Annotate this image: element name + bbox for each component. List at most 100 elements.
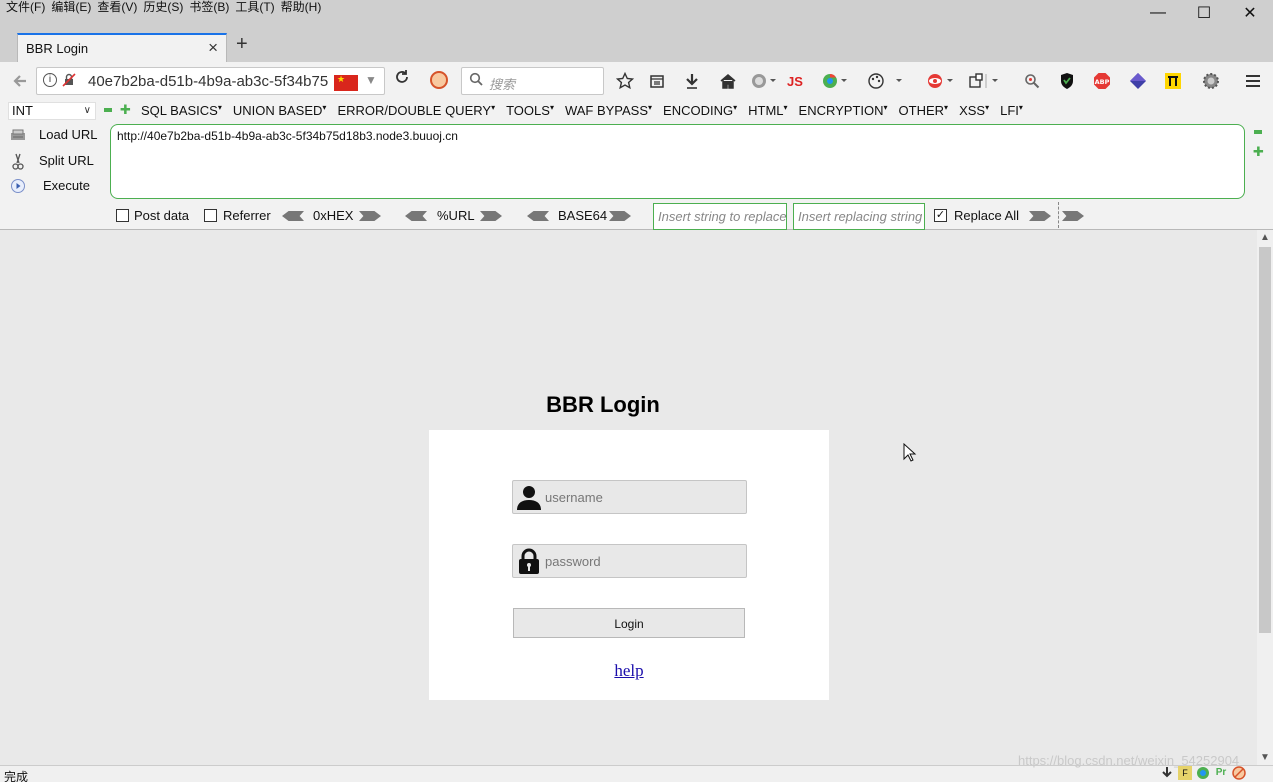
menu-icon[interactable] [1240,69,1266,93]
menu-error-double-query[interactable]: ERROR/DOUBLE QUERY [337,103,495,118]
menu-encoding[interactable]: ENCODING [663,103,737,118]
shield-icon[interactable] [1054,69,1080,93]
home-icon[interactable] [715,69,741,93]
chrome-icon[interactable] [819,69,849,93]
url-text[interactable]: 40e7b2ba-d51b-4b9a-ab3c-5f34b75 [88,73,328,90]
minimize-button[interactable]: — [1135,0,1181,26]
shrink-icon[interactable] [1254,130,1262,134]
password-field[interactable]: password [512,544,747,578]
injection-type-select[interactable]: INT ∨ [8,102,96,120]
maximize-button[interactable]: ☐ [1181,0,1227,26]
base64-decode-arrow-icon[interactable] [527,211,549,221]
replace-all-label: Replace All [954,208,1020,223]
split-url-label: Split URL [39,153,94,168]
hex-decode-arrow-icon[interactable] [282,211,304,221]
replace-from-input[interactable]: Insert string to replace [653,203,787,230]
plugin-icon[interactable] [967,69,1009,93]
username-field[interactable]: username [512,480,747,514]
load-url-button[interactable]: Load URL [10,126,100,146]
download-status-icon[interactable] [1160,766,1174,780]
replace-left-arrow-icon[interactable] [1029,211,1051,221]
js-icon[interactable]: JS [782,69,808,93]
back-arrow-icon [13,75,26,87]
replace-all-checkbox[interactable]: ✓ [934,209,947,222]
eye-icon[interactable] [924,69,956,93]
hackbar-url-textarea[interactable]: http://40e7b2ba-d51b-4b9a-ab3c-5f34b75d1… [110,124,1245,199]
lock-icon [519,548,539,574]
noscript-status-icon[interactable] [1232,766,1246,780]
abp-icon[interactable]: ABP [1089,69,1115,93]
status-text: 完成 [4,770,29,782]
menu-tools[interactable]: TOOLS [506,103,554,118]
hex-encode-arrow-icon[interactable] [359,211,381,221]
insecure-lock-icon[interactable] [62,73,76,90]
tab-strip: BBR Login × [0,28,1273,62]
replace-to-input[interactable]: Insert replacing string [793,203,925,230]
china-flag-icon [334,74,358,91]
diamond-icon[interactable] [1125,69,1151,93]
menu-other[interactable]: OTHER [899,103,949,118]
earth-icon[interactable] [748,69,778,93]
tab-title: BBR Login [26,41,89,56]
menu-html[interactable]: HTML [748,103,787,118]
split-url-button[interactable]: Split URL [10,152,100,172]
referrer-checkbox[interactable] [204,209,217,222]
url-encode-label: %URL [437,208,475,223]
close-tab-icon[interactable]: × [208,38,218,58]
close-window-button[interactable]: ✕ [1227,0,1273,26]
reload-icon [396,70,408,83]
addon-f-icon[interactable]: F [1178,766,1192,780]
star-icon[interactable] [612,69,638,93]
expand-icon[interactable]: ✚ [1253,144,1264,160]
globe-status-icon[interactable] [1196,766,1210,780]
play-icon [10,178,26,194]
info-icon[interactable]: i [43,73,57,87]
menu-edit[interactable]: 编辑(E) [49,0,95,16]
search-box[interactable]: 搜索 [461,67,604,95]
help-link[interactable]: help [429,661,829,681]
url-dropdown-icon[interactable]: ▼ [365,73,377,87]
menu-xss[interactable]: XSS [959,103,989,118]
menu-bookmarks[interactable]: 书签(B) [187,0,233,16]
back-button[interactable] [8,69,32,93]
menu-encryption[interactable]: ENCRYPTION [799,103,888,118]
scroll-up-icon[interactable]: ▲ [1260,232,1270,243]
title-bar: 文件(F) 编辑(E) 查看(V) 历史(S) 书签(B) 工具(T) 帮助(H… [0,0,1273,28]
execute-button[interactable]: Execute [10,177,100,197]
url-decode-arrow-icon[interactable] [405,211,427,221]
pi-icon[interactable] [1160,69,1186,93]
menu-union-based[interactable]: UNION BASED [233,103,327,118]
reload-button[interactable] [390,69,414,93]
vertical-scrollbar[interactable]: ▲ ▼ [1257,230,1273,765]
pr-icon[interactable]: Pr [1214,766,1228,780]
noscript-icon[interactable] [430,71,448,89]
palette-icon[interactable] [865,69,905,93]
menu-tools[interactable]: 工具(T) [233,0,278,16]
menu-waf-bypass[interactable]: WAF BYPASS [565,103,652,118]
replace-right-arrow-icon[interactable] [1062,211,1084,221]
address-bar[interactable]: i 40e7b2ba-d51b-4b9a-ab3c-5f34b75 ▼ [36,67,385,95]
user-icon [517,486,541,510]
post-data-checkbox[interactable] [116,209,129,222]
login-button[interactable]: Login [513,608,745,638]
menu-sql-basics[interactable]: SQL BASICS [141,103,222,118]
status-icons: F Pr [1160,766,1246,780]
download-icon[interactable] [679,69,705,93]
gear-icon[interactable] [1198,69,1224,93]
url-encode-arrow-icon[interactable] [480,211,502,221]
search-ext-icon[interactable] [1019,69,1045,93]
injection-type-value: INT [12,103,33,118]
base64-encode-arrow-icon[interactable] [609,211,631,221]
menu-view[interactable]: 查看(V) [95,0,141,16]
new-tab-button[interactable]: + [236,33,248,56]
menu-help[interactable]: 帮助(H) [279,0,326,16]
scroll-thumb[interactable] [1259,247,1271,633]
scroll-down-icon[interactable]: ▼ [1260,752,1270,763]
tab-bbr-login[interactable]: BBR Login × [17,33,227,62]
reader-icon[interactable] [644,69,670,93]
menu-file[interactable]: 文件(F) [4,0,49,16]
menu-lfi[interactable]: LFI [1000,103,1023,118]
decrease-icon[interactable] [104,108,112,112]
menu-history[interactable]: 历史(S) [141,0,187,16]
increase-icon[interactable]: ✚ [120,102,131,118]
